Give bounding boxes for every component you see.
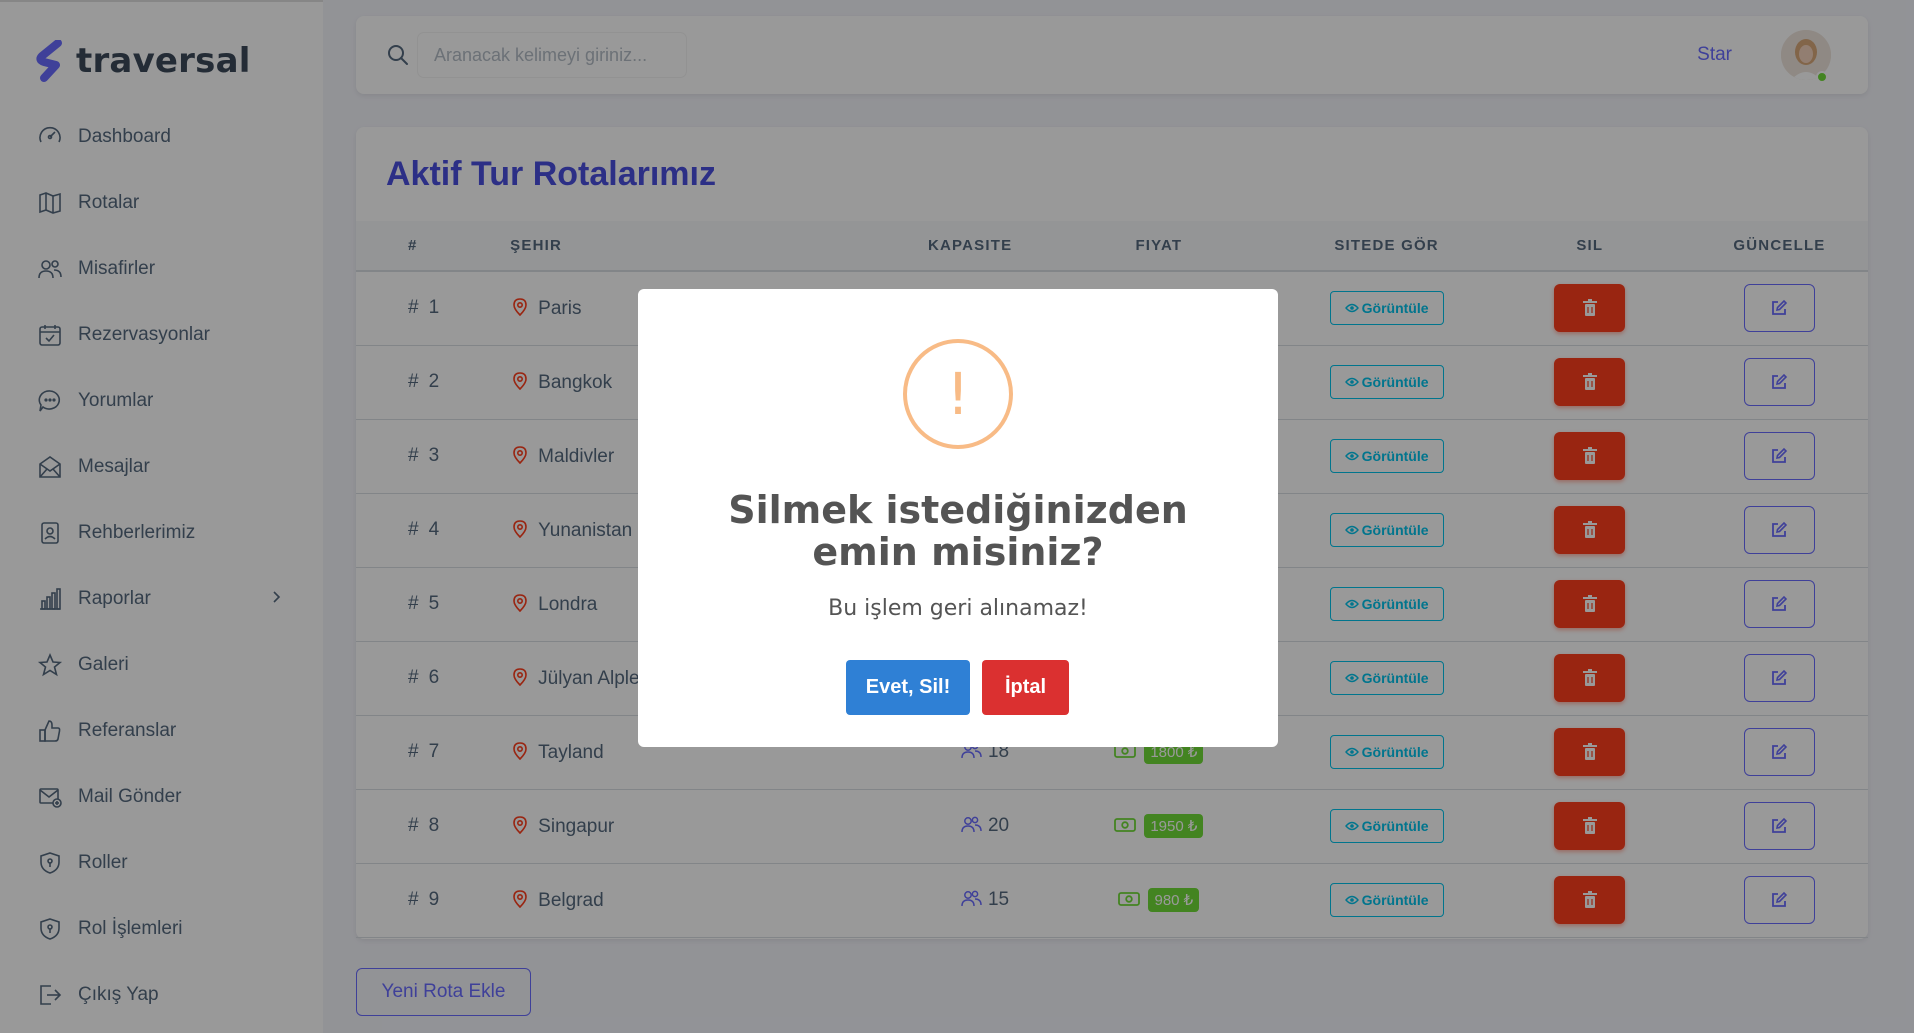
- confirm-delete-dialog: ! Silmek istediğinizden emin misiniz? Bu…: [638, 289, 1278, 747]
- svg-text:!: !: [946, 360, 969, 428]
- dialog-text: Bu işlem geri alınamaz!: [828, 596, 1088, 621]
- confirm-delete-button[interactable]: Evet, Sil!: [846, 660, 970, 715]
- cancel-button[interactable]: İptal: [982, 660, 1069, 715]
- warning-icon: !: [903, 339, 1013, 449]
- dialog-title: Silmek istediğinizden emin misiniz?: [728, 488, 1188, 574]
